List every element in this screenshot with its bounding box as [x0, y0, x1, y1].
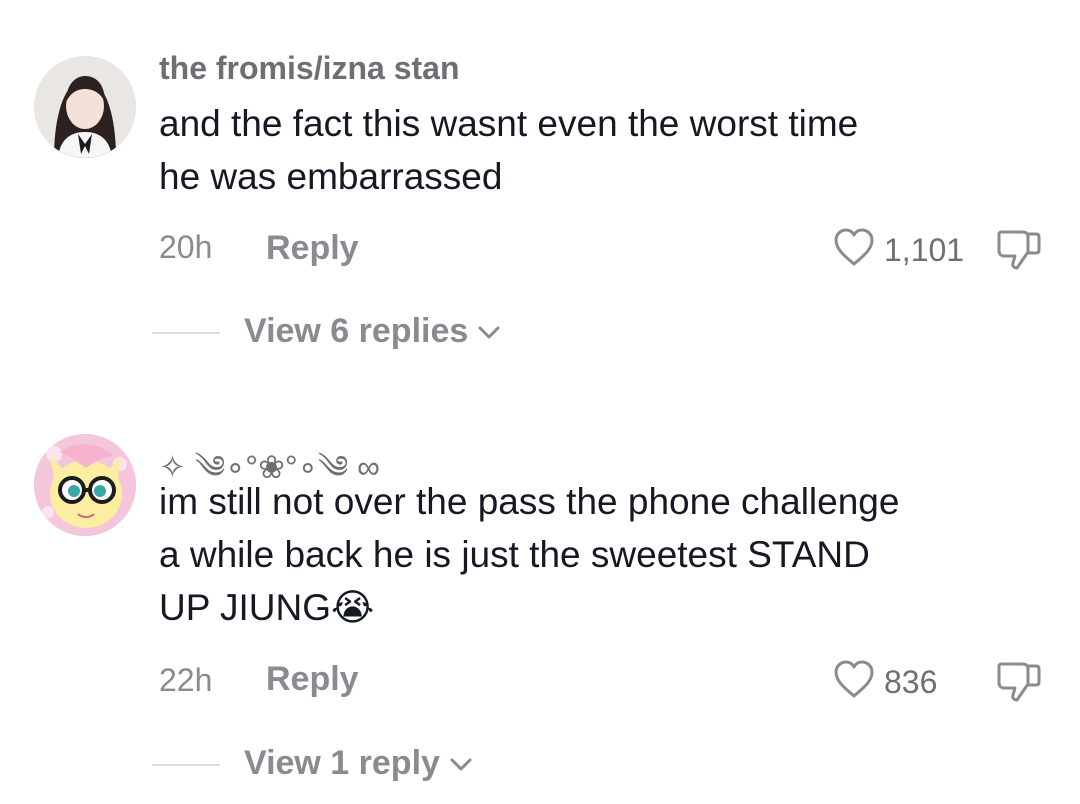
avatar[interactable] — [34, 56, 136, 158]
view-replies-label: View 1 reply — [244, 744, 440, 782]
thumbs-down-outline-icon — [995, 662, 1043, 708]
comment-username[interactable]: the fromis/izna stan — [159, 50, 460, 87]
like-count: 1,101 — [884, 232, 965, 268]
comment-text-line: UP JIUNG😭 — [159, 587, 375, 628]
avatar[interactable] — [34, 434, 136, 536]
heart-outline-icon — [832, 658, 876, 707]
thumbs-down-outline-icon — [995, 230, 1043, 276]
comment-text: im still not over the pass the phone cha… — [159, 475, 1059, 634]
comment-timestamp: 20h — [159, 229, 213, 265]
replies-divider — [152, 764, 220, 766]
heart-outline-icon — [832, 226, 876, 275]
dislike-button[interactable] — [995, 226, 1043, 277]
comment-text-line: he was embarrassed — [159, 156, 503, 197]
view-replies-label: View 6 replies — [244, 312, 469, 350]
comment-text: and the fact this wasnt even the worst t… — [159, 97, 1059, 203]
comment-text-line: im still not over the pass the phone cha… — [159, 481, 900, 522]
like-button[interactable]: 836 — [832, 658, 937, 707]
chevron-down-icon — [476, 312, 502, 351]
view-replies-button[interactable]: View 1 reply — [244, 744, 474, 783]
dislike-button[interactable] — [995, 658, 1043, 709]
reply-button[interactable]: Reply — [266, 229, 359, 268]
comment-text-line: a while back he is just the sweetest STA… — [159, 534, 870, 575]
reply-button[interactable]: Reply — [266, 660, 359, 699]
like-button[interactable]: 1,101 — [832, 226, 964, 275]
like-count: 836 — [884, 664, 938, 700]
view-replies-button[interactable]: View 6 replies — [244, 312, 502, 351]
replies-divider — [152, 332, 220, 334]
chevron-down-icon — [448, 744, 474, 783]
comment-text-line: and the fact this wasnt even the worst t… — [159, 103, 859, 144]
comment-timestamp: 22h — [159, 662, 213, 698]
